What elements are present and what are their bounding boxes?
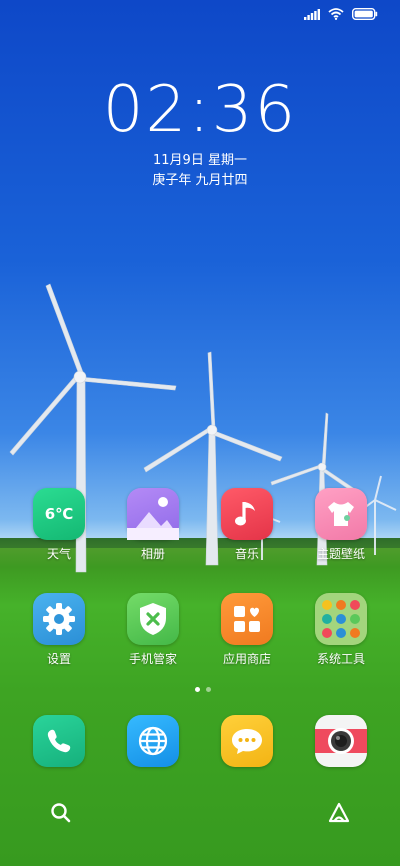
page-dot-2[interactable] xyxy=(206,687,211,692)
clock-time: 02:36 xyxy=(102,73,298,147)
app-label-security: 手机管家 xyxy=(128,652,177,666)
app-label-weather: 天气 xyxy=(46,547,71,561)
dock-messages[interactable] xyxy=(207,715,287,767)
store-icon xyxy=(221,593,273,645)
page-indicator xyxy=(195,687,211,692)
app-music[interactable]: 音乐 xyxy=(207,488,287,562)
app-label-settings: 设置 xyxy=(46,652,71,666)
weather-temperature: 6℃ xyxy=(44,505,74,523)
message-icon xyxy=(221,715,273,767)
app-label-system-tools: 系统工具 xyxy=(316,652,365,666)
phone-icon xyxy=(33,715,85,767)
dock-browser[interactable] xyxy=(113,715,193,767)
music-icon xyxy=(221,488,273,540)
dock-phone[interactable] xyxy=(19,715,99,767)
app-label-music: 音乐 xyxy=(234,547,259,561)
theme-icon xyxy=(315,488,367,540)
signal-icon xyxy=(304,8,320,20)
app-label-store: 应用商店 xyxy=(222,652,271,666)
shield-icon xyxy=(127,593,179,645)
weather-icon: 6℃ xyxy=(33,488,85,540)
app-gallery[interactable]: 相册 xyxy=(113,488,193,562)
battery-icon xyxy=(352,8,378,20)
camera-icon xyxy=(315,715,367,767)
gallery-icon xyxy=(127,488,179,540)
app-label-gallery: 相册 xyxy=(140,547,165,561)
gear-icon xyxy=(33,593,85,645)
app-store[interactable]: 应用商店 xyxy=(207,593,287,667)
status-bar xyxy=(304,8,378,20)
app-settings[interactable]: 设置 xyxy=(19,593,99,667)
folder-system-tools[interactable]: 系统工具 xyxy=(301,593,381,667)
dock-camera[interactable] xyxy=(301,715,381,767)
search-icon[interactable] xyxy=(48,800,74,826)
date-text: 11月9日 星期一 xyxy=(153,153,247,168)
app-label-themes: 主题壁纸 xyxy=(316,547,365,561)
page-dot-1[interactable] xyxy=(195,687,200,692)
wifi-icon xyxy=(328,8,344,20)
folder-icon xyxy=(315,593,367,645)
lunar-date-text: 庚子年 九月廿四 xyxy=(152,173,248,188)
app-themes[interactable]: 主题壁纸 xyxy=(301,488,381,562)
app-weather[interactable]: 6℃ 天气 xyxy=(19,488,99,562)
assistant-icon[interactable] xyxy=(326,800,352,826)
app-security[interactable]: 手机管家 xyxy=(113,593,193,667)
globe-icon xyxy=(127,715,179,767)
